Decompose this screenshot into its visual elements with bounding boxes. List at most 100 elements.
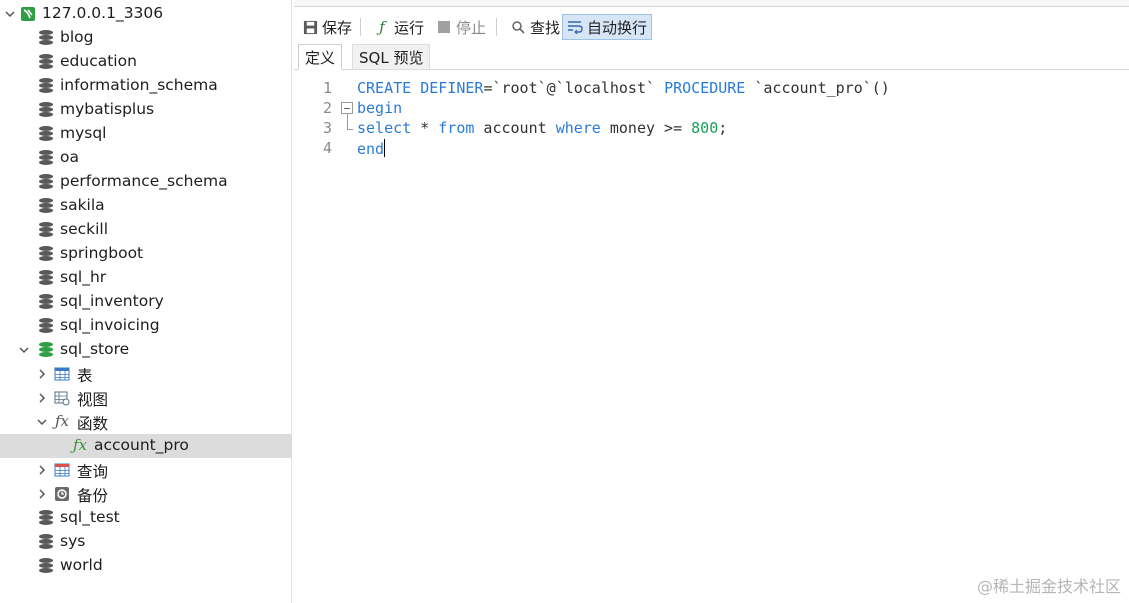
procedure-icon: ƒx: [72, 436, 87, 454]
database-open-icon: [38, 341, 54, 359]
tree-db-item[interactable]: information_schema: [0, 74, 292, 98]
db-label: sql_store: [60, 340, 130, 358]
db-label: education: [60, 52, 137, 70]
db-label: springboot: [60, 244, 144, 262]
tree-db-item[interactable]: springboot: [0, 242, 292, 266]
tab-definition[interactable]: 定义: [298, 44, 343, 70]
code-line-2: begin: [357, 99, 402, 117]
tree-db-item[interactable]: sql_hr: [0, 266, 292, 290]
code-keyword: PROCEDURE: [664, 79, 746, 97]
tree-node-functions[interactable]: ƒx 函数: [0, 410, 292, 434]
code-keyword: end: [357, 140, 385, 158]
line-number: 3: [322, 119, 332, 137]
chevron-right-icon[interactable]: [36, 368, 48, 380]
db-label: mysql: [60, 124, 107, 142]
code-keyword: select: [357, 119, 412, 137]
toolbar-divider: [496, 18, 497, 36]
tree-db-item[interactable]: sys: [0, 530, 292, 554]
code-line-4: end: [357, 139, 386, 158]
node-label: 查询: [77, 463, 109, 481]
line-number: 2: [322, 99, 332, 117]
database-icon: [38, 29, 54, 47]
connection-label: 127.0.0.1_3306: [42, 4, 164, 22]
tree-db-item[interactable]: blog: [0, 26, 292, 50]
database-icon: [38, 245, 54, 263]
database-icon: [38, 533, 54, 551]
tab-sql-preview[interactable]: SQL 预览: [352, 44, 431, 70]
tree-db-item[interactable]: oa: [0, 146, 292, 170]
watermark: @稀土掘金技术社区: [976, 577, 1121, 596]
db-label: seckill: [60, 220, 109, 238]
mysql-connection-icon: [20, 5, 36, 23]
tree-node-backups[interactable]: 备份: [0, 482, 292, 506]
code-text: =`root`@`localhost`: [483, 79, 665, 97]
database-icon: [38, 269, 54, 287]
tree-node-queries[interactable]: 查询: [0, 458, 292, 482]
stop-icon: [436, 19, 452, 35]
database-icon: [38, 173, 54, 191]
save-icon: [302, 19, 318, 35]
tree-connection[interactable]: 127.0.0.1_3306: [0, 2, 292, 26]
wrap-label: 自动换行: [587, 18, 648, 37]
code-keyword: begin: [357, 99, 403, 117]
db-label: mybatisplus: [60, 100, 155, 118]
chevron-right-icon[interactable]: [36, 488, 48, 500]
database-icon: [38, 221, 54, 239]
database-icon: [38, 557, 54, 575]
tree-db-item[interactable]: mybatisplus: [0, 98, 292, 122]
code-editor[interactable]: 1 2 3 4 CREATE DEFINER=`root`@`localhost…: [294, 71, 1129, 603]
database-icon: [38, 101, 54, 119]
word-wrap-icon: [567, 19, 583, 35]
code-text: account: [474, 119, 556, 137]
code-keyword: from: [438, 119, 475, 137]
tree-db-item[interactable]: world: [0, 554, 292, 578]
chevron-down-icon[interactable]: [36, 416, 48, 428]
tree-db-item[interactable]: performance_schema: [0, 170, 292, 194]
word-wrap-toggle[interactable]: 自动换行: [562, 14, 653, 40]
function-icon: ƒx: [54, 412, 69, 430]
tree-db-item[interactable]: education: [0, 50, 292, 74]
code-line-3: select * from account where money >= 800…: [357, 119, 727, 137]
editor-tabs: 定义 SQL 预览: [294, 44, 1129, 70]
db-label: world: [60, 556, 103, 574]
database-icon: [38, 509, 54, 527]
code-number: 800: [691, 119, 719, 137]
save-button[interactable]: 保存: [298, 14, 356, 40]
run-button[interactable]: ƒ 运行: [370, 14, 428, 40]
code-text: `account_pro`(): [745, 79, 890, 97]
tree-db-item[interactable]: seckill: [0, 218, 292, 242]
tree-node-views[interactable]: 视图: [0, 386, 292, 410]
tree-db-item[interactable]: sql_inventory: [0, 290, 292, 314]
find-button[interactable]: 查找: [506, 14, 564, 40]
tree-node-function-item[interactable]: ƒx account_pro: [0, 434, 292, 458]
code-keyword: where: [555, 119, 601, 137]
chevron-down-icon[interactable]: [18, 344, 30, 356]
fold-guide: [347, 114, 348, 129]
chevron-right-icon[interactable]: [36, 392, 48, 404]
query-icon: [54, 461, 70, 479]
toolbar-divider: [360, 18, 361, 36]
code-text: money >=: [600, 119, 692, 137]
database-icon: [38, 53, 54, 71]
text-cursor: [384, 139, 386, 157]
node-label: 备份: [77, 487, 109, 505]
search-icon: [510, 19, 526, 35]
database-icon: [38, 125, 54, 143]
tree-db-item[interactable]: sql_test: [0, 506, 292, 530]
code-text: ;: [718, 119, 728, 137]
run-function-icon: ƒ: [379, 18, 385, 36]
tree-db-item[interactable]: sakila: [0, 194, 292, 218]
db-label: sys: [60, 532, 86, 550]
tree-db-item[interactable]: sql_invoicing: [0, 314, 292, 338]
stop-button[interactable]: 停止: [432, 14, 490, 40]
node-label: 视图: [77, 391, 109, 409]
tree-db-sql-store[interactable]: sql_store: [0, 338, 292, 362]
chevron-down-icon[interactable]: [4, 8, 16, 20]
db-label: blog: [60, 28, 94, 46]
fold-toggle[interactable]: [341, 102, 353, 114]
object-tree: 127.0.0.1_3306 blog education information_…: [0, 0, 292, 603]
tree-db-item[interactable]: mysql: [0, 122, 292, 146]
run-label: 运行: [394, 18, 425, 37]
chevron-right-icon[interactable]: [36, 464, 48, 476]
tree-node-tables[interactable]: 表: [0, 362, 292, 386]
